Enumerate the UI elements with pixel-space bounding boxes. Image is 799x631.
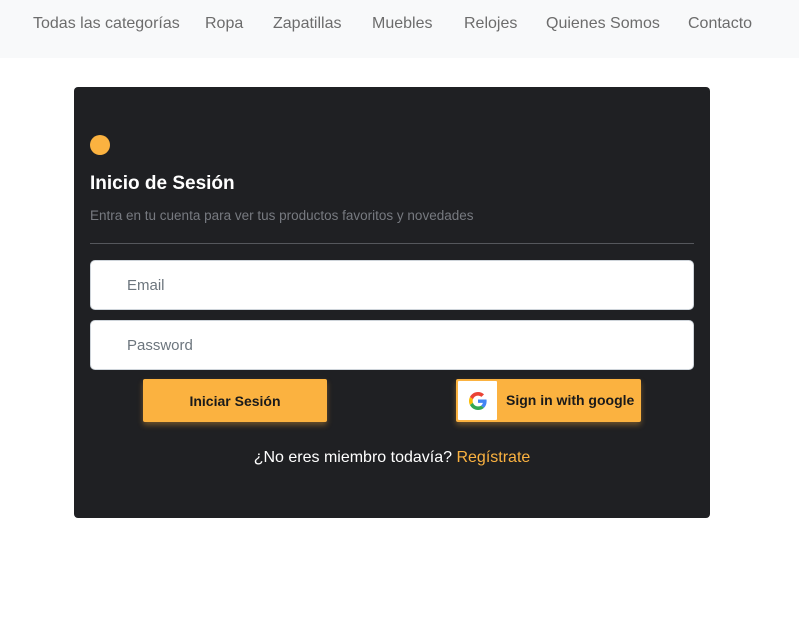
nav-item-ropa[interactable]: Ropa — [205, 14, 243, 34]
nav-item-muebles[interactable]: Muebles — [372, 14, 432, 34]
password-input[interactable] — [90, 320, 694, 370]
google-button-label: Sign in with google — [506, 392, 635, 408]
top-navbar: Todas las categorías Ropa Zapatillas Mue… — [0, 0, 799, 58]
signup-prompt: ¿No eres miembro todavía? — [253, 449, 453, 466]
nav-item-relojes[interactable]: Relojes — [464, 14, 517, 34]
login-button[interactable]: Iniciar Sesión — [143, 379, 327, 422]
login-card: Inicio de Sesión Entra en tu cuenta para… — [74, 87, 710, 518]
signup-row: ¿No eres miembro todavía? Regístrate — [74, 449, 710, 467]
signup-link[interactable]: Regístrate — [456, 449, 530, 466]
nav-item-contacto[interactable]: Contacto — [688, 14, 752, 34]
google-signin-button[interactable]: Sign in with google — [456, 379, 641, 422]
nav-item-todas-las-categorias[interactable]: Todas las categorías — [33, 14, 180, 34]
accent-dot-icon — [90, 135, 110, 155]
login-title: Inicio de Sesión — [90, 173, 235, 194]
divider — [90, 243, 694, 244]
login-subtitle: Entra en tu cuenta para ver tus producto… — [90, 208, 474, 223]
nav-item-zapatillas[interactable]: Zapatillas — [273, 14, 341, 34]
email-input[interactable] — [90, 260, 694, 310]
nav-item-quienes-somos[interactable]: Quienes Somos — [546, 14, 660, 34]
google-icon-box — [458, 381, 497, 420]
google-g-icon — [468, 391, 487, 410]
